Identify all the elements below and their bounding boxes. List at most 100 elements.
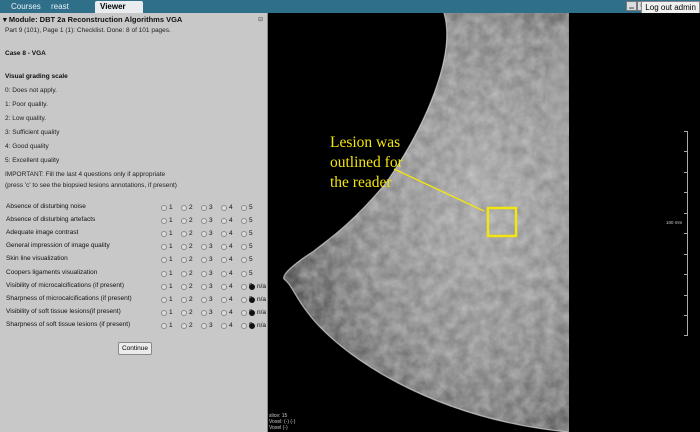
radio-button[interactable] <box>201 204 207 211</box>
rating-option[interactable]: 3 <box>201 230 213 237</box>
rating-option[interactable]: 4 <box>221 309 233 316</box>
rating-option[interactable]: 5 <box>241 204 253 211</box>
tab-courses[interactable]: Courses <box>6 1 44 13</box>
radio-button[interactable] <box>241 256 247 263</box>
radio-button-na[interactable] <box>249 322 255 329</box>
radio-button[interactable] <box>181 270 187 277</box>
rating-option[interactable]: 5 <box>241 256 253 263</box>
radio-button[interactable] <box>161 296 167 303</box>
rating-option[interactable]: 4 <box>221 243 233 250</box>
radio-button[interactable] <box>181 230 187 237</box>
rating-option[interactable]: 4 <box>221 204 233 211</box>
radio-button[interactable] <box>161 283 167 290</box>
rating-option[interactable]: 1 <box>161 322 173 329</box>
rating-option[interactable]: 3 <box>201 243 213 250</box>
radio-button[interactable] <box>161 256 167 263</box>
rating-option[interactable]: 1 <box>161 256 173 263</box>
rating-option[interactable]: 1 <box>161 283 173 290</box>
radio-button[interactable] <box>241 309 247 316</box>
radio-button-na[interactable] <box>249 296 255 303</box>
radio-button[interactable] <box>201 243 207 250</box>
rating-option[interactable]: 2 <box>181 243 193 250</box>
rating-option[interactable]: 1 <box>161 243 173 250</box>
radio-button[interactable] <box>221 230 227 237</box>
radio-button[interactable] <box>241 283 247 290</box>
radio-button[interactable] <box>221 270 227 277</box>
rating-option[interactable]: 2 <box>181 270 193 277</box>
image-viewer[interactable]: Lesion was outlined for the reader 100 m… <box>268 13 700 432</box>
radio-button-na[interactable] <box>249 283 255 290</box>
tab-breast-tomo[interactable]: reast Tomce <box>46 1 94 23</box>
rating-option[interactable]: 2 <box>181 283 193 290</box>
rating-option[interactable]: 3 <box>201 296 213 303</box>
rating-option[interactable]: 3 <box>201 283 213 290</box>
radio-button[interactable] <box>161 309 167 316</box>
radio-button[interactable] <box>181 322 187 329</box>
rating-option[interactable]: 1 <box>161 296 173 303</box>
rating-option[interactable]: 4 <box>221 217 233 224</box>
rating-option[interactable]: 4 <box>221 296 233 303</box>
radio-button[interactable] <box>201 296 207 303</box>
radio-button[interactable] <box>181 296 187 303</box>
radio-button[interactable] <box>161 243 167 250</box>
radio-button[interactable] <box>181 283 187 290</box>
rating-option[interactable]: 1 <box>161 270 173 277</box>
rating-option[interactable]: 2 <box>181 217 193 224</box>
rating-option[interactable]: 5 <box>241 230 253 237</box>
radio-button[interactable] <box>201 270 207 277</box>
radio-button[interactable] <box>221 296 227 303</box>
radio-button[interactable] <box>161 217 167 224</box>
rating-option-na[interactable]: n/a <box>249 283 266 290</box>
rating-option[interactable]: 4 <box>221 256 233 263</box>
rating-option[interactable]: 2 <box>181 296 193 303</box>
rating-option-na[interactable]: n/a <box>249 322 266 329</box>
radio-button[interactable] <box>201 230 207 237</box>
rating-option[interactable]: 3 <box>201 270 213 277</box>
radio-button[interactable] <box>201 283 207 290</box>
rating-option[interactable]: 1 <box>161 204 173 211</box>
rating-option[interactable]: 2 <box>181 256 193 263</box>
collapse-arrow-icon[interactable]: ▾ <box>3 15 7 24</box>
radio-button[interactable] <box>221 322 227 329</box>
continue-button[interactable]: Continue <box>118 342 152 355</box>
radio-button[interactable] <box>241 204 247 211</box>
radio-button[interactable] <box>241 322 247 329</box>
rating-option[interactable]: 5 <box>241 217 253 224</box>
rating-option[interactable]: 3 <box>201 217 213 224</box>
radio-button[interactable] <box>241 296 247 303</box>
rating-option-na[interactable]: n/a <box>249 296 266 303</box>
rating-option[interactable]: 2 <box>181 230 193 237</box>
radio-button[interactable] <box>201 322 207 329</box>
radio-button[interactable] <box>181 256 187 263</box>
rating-option[interactable]: 2 <box>181 204 193 211</box>
rating-option[interactable]: 4 <box>221 283 233 290</box>
radio-button[interactable] <box>181 217 187 224</box>
rating-option-na[interactable]: n/a <box>249 309 266 316</box>
radio-button[interactable] <box>221 217 227 224</box>
radio-button[interactable] <box>161 230 167 237</box>
radio-button[interactable] <box>161 270 167 277</box>
rating-option[interactable]: 2 <box>181 309 193 316</box>
radio-button[interactable] <box>221 309 227 316</box>
rating-option[interactable]: 3 <box>201 309 213 316</box>
rating-option[interactable]: 4 <box>221 322 233 329</box>
radio-button[interactable] <box>221 283 227 290</box>
radio-button[interactable] <box>201 256 207 263</box>
radio-button[interactable] <box>181 204 187 211</box>
radio-button[interactable] <box>221 204 227 211</box>
radio-button[interactable] <box>201 217 207 224</box>
rating-option[interactable]: 3 <box>201 322 213 329</box>
radio-button[interactable] <box>181 243 187 250</box>
rating-option[interactable]: 5 <box>241 243 253 250</box>
rating-option[interactable]: 1 <box>161 230 173 237</box>
radio-button[interactable] <box>181 309 187 316</box>
radio-button-na[interactable] <box>249 309 255 316</box>
rating-option[interactable]: 2 <box>181 322 193 329</box>
radio-button[interactable] <box>201 309 207 316</box>
radio-button[interactable] <box>221 243 227 250</box>
radio-button[interactable] <box>241 243 247 250</box>
radio-button[interactable] <box>221 256 227 263</box>
radio-button[interactable] <box>241 270 247 277</box>
rating-option[interactable]: 1 <box>161 309 173 316</box>
panel-toggle-icon[interactable]: ⊟ <box>258 16 263 23</box>
